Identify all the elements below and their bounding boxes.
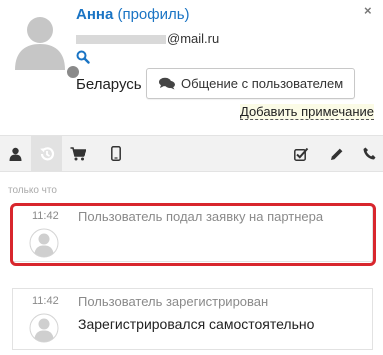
user-panel: × Анна (профиль) @mail.ru Беларусь Общен… [0,0,383,355]
profile-link[interactable]: (профиль) [117,6,189,23]
tab-devices[interactable] [100,136,131,171]
user-name[interactable]: Анна [76,6,113,23]
chat-icon [159,77,175,90]
event-time: 11:42 [32,295,59,307]
history-icon [39,146,54,160]
chat-button-label: Общение с пользователем [181,76,344,91]
checkbox-icon [294,147,309,161]
tab-tasks[interactable] [286,136,317,171]
email-suffix: @mail.ru [167,31,220,46]
tab-history[interactable] [31,136,62,171]
phone-icon [363,147,376,160]
pencil-icon [330,148,342,160]
event-description: Зарегистрировался самостоятельно [78,316,315,332]
email: @mail.ru [76,31,219,46]
event-title: Пользователь подал заявку на партнера [78,209,324,224]
close-icon[interactable]: × [364,3,372,18]
user-name-row: Анна (профиль) [76,6,190,23]
event-avatar-icon [29,228,59,258]
tab-bar [0,135,383,172]
avatar [9,8,81,80]
mobile-icon [110,146,121,161]
tab-orders[interactable] [62,136,93,171]
event-time: 11:42 [32,210,59,222]
event-title: Пользователь зарегистрирован [78,294,269,309]
event-card: 11:42 Пользователь зарегистрирован Зарег… [12,288,373,350]
chat-with-user-button[interactable]: Общение с пользователем [146,68,355,99]
tab-edit[interactable] [321,136,352,171]
event-avatar-icon [29,313,59,343]
email-mask [76,35,166,45]
search-icon[interactable] [76,50,90,64]
tab-profile[interactable] [0,136,31,171]
country: Беларусь [76,76,142,93]
event-card: 11:42 Пользователь подал заявку на партн… [12,205,373,262]
add-note-link[interactable]: Добавить примечание [240,104,375,120]
user-icon [9,147,22,161]
cart-icon [70,146,86,160]
feed-group-label: только что [8,185,57,196]
user-silhouette-icon [9,8,71,70]
tab-calls[interactable] [354,136,383,171]
